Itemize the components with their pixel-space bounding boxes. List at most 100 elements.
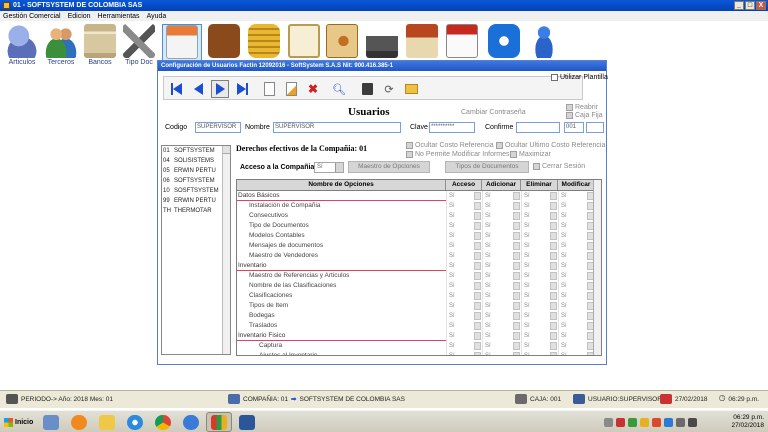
modificar-select[interactable]: Sí xyxy=(558,241,595,251)
table-row[interactable]: Consecutivos Sí Sí Sí Sí xyxy=(237,211,601,221)
save-record-button[interactable] xyxy=(358,80,376,98)
user-list[interactable]: 01 SOFTSYSTEM 04 SOLISISTEMS 05 ERWIN PERTU… xyxy=(161,145,231,355)
adicionar-select[interactable]: Sí xyxy=(482,221,521,231)
col-modificar[interactable]: Modificar xyxy=(558,180,595,190)
tray-volume-icon[interactable] xyxy=(676,417,685,427)
eliminar-select[interactable]: Sí xyxy=(521,291,558,301)
modificar-select[interactable]: Sí xyxy=(558,311,595,321)
acceso-select[interactable]: Sí xyxy=(446,211,482,221)
table-row[interactable]: Captura Sí Sí Sí Sí xyxy=(237,341,601,351)
list-item[interactable]: 10 SOSFTSYSTEM xyxy=(162,186,230,196)
maestro-opciones-button[interactable]: Maestro de Opciones xyxy=(348,161,430,173)
table-row[interactable]: Bodegas Sí Sí Sí Sí xyxy=(237,311,601,321)
eliminar-select[interactable]: Sí xyxy=(521,241,558,251)
confirme-field[interactable] xyxy=(516,122,560,133)
acceso-select[interactable]: Sí xyxy=(446,341,482,351)
table-row[interactable]: Maestro de Vendedores Sí Sí Sí Sí xyxy=(237,251,601,261)
tray-network-icon[interactable] xyxy=(628,417,637,427)
table-row[interactable]: Modelos Contables Sí Sí Sí Sí xyxy=(237,231,601,241)
adicionar-select[interactable]: Sí xyxy=(482,331,521,341)
toolbar-articulos-button[interactable]: Articulos xyxy=(2,24,42,68)
tray-sync-icon[interactable] xyxy=(664,417,673,427)
edit-record-button[interactable] xyxy=(282,80,300,98)
eliminar-select[interactable]: Sí xyxy=(521,211,558,221)
table-row[interactable]: Ajustes al Inventario Sí Sí Sí Sí xyxy=(237,351,601,355)
codigo-field[interactable]: SUPERVISOR xyxy=(195,122,241,133)
menu-gestion-comercial[interactable]: Gestión Comercial xyxy=(3,13,61,20)
acceso-select[interactable]: Sí xyxy=(446,191,482,201)
col-nombre-opciones[interactable]: Nombre de Opciones xyxy=(237,180,446,190)
eliminar-select[interactable]: Sí xyxy=(521,271,558,281)
toolbar-tipo-doc-button[interactable]: Tipo Doc xyxy=(119,24,159,68)
modificar-select[interactable]: Sí xyxy=(558,341,595,351)
col-eliminar[interactable]: Eliminar xyxy=(521,180,558,190)
tipos-documentos-button[interactable]: Tipos de Documentos xyxy=(445,161,529,173)
modificar-select[interactable]: Sí xyxy=(558,351,595,355)
modificar-select[interactable]: Sí xyxy=(558,211,595,221)
acceso-select[interactable]: Sí xyxy=(446,291,482,301)
acceso-select[interactable]: Sí xyxy=(446,201,482,211)
ocultar-ultimo-checkbox[interactable]: Ocultar Ultimo Costo Referencia xyxy=(496,142,605,149)
menu-herramientas[interactable]: Herramientas xyxy=(98,13,140,20)
modificar-select[interactable]: Sí xyxy=(558,201,595,211)
acceso-select[interactable]: Sí xyxy=(446,301,482,311)
table-row[interactable]: Tipos de Item Sí Sí Sí Sí xyxy=(237,301,601,311)
last-record-button[interactable] xyxy=(233,80,251,98)
first-record-button[interactable] xyxy=(167,80,185,98)
table-row[interactable]: Maestro de Referencias y Articulos Sí Sí Sí… xyxy=(237,271,601,281)
tray-security-icon[interactable] xyxy=(652,417,661,427)
list-item[interactable]: 99 ERWIN PERTU xyxy=(162,196,230,206)
search-record-button[interactable]: 🔍︎ xyxy=(330,80,348,98)
clave-field[interactable]: ********** xyxy=(429,122,475,133)
modificar-select[interactable]: Sí xyxy=(558,331,595,341)
nombre-field[interactable]: SUPERVISOR xyxy=(273,122,401,133)
acceso-select[interactable]: Sí xyxy=(446,251,482,261)
table-row[interactable]: Inventario Fisico Sí Sí Sí Sí xyxy=(237,331,601,341)
menu-edicion[interactable]: Edicion xyxy=(68,13,91,20)
modificar-select[interactable]: Sí xyxy=(558,251,595,261)
adicionar-select[interactable]: Sí xyxy=(482,231,521,241)
eliminar-select[interactable]: Sí xyxy=(521,251,558,261)
acceso-select[interactable]: Sí xyxy=(314,162,344,173)
start-button[interactable]: Inicio xyxy=(2,414,34,430)
list-item[interactable]: 04 SOLISISTEMS xyxy=(162,156,230,166)
list-item[interactable]: 06 SOFTSYSTEM xyxy=(162,176,230,186)
adicionar-select[interactable]: Sí xyxy=(482,341,521,351)
maximize-button[interactable]: □ xyxy=(745,1,755,10)
menu-ayuda[interactable]: Ayuda xyxy=(147,13,167,20)
eliminar-select[interactable]: Sí xyxy=(521,311,558,321)
eliminar-select[interactable]: Sí xyxy=(521,221,558,231)
eliminar-select[interactable]: Sí xyxy=(521,351,558,355)
maximizar-checkbox[interactable]: Maximizar xyxy=(510,151,551,158)
taskbar-folder-button[interactable] xyxy=(94,412,120,432)
modificar-select[interactable]: Sí xyxy=(558,281,595,291)
table-row[interactable]: Datos Básicos Sí Sí Sí Sí xyxy=(237,191,601,201)
refresh-button[interactable]: ⟳ xyxy=(380,80,398,98)
adicionar-select[interactable]: Sí xyxy=(482,241,521,251)
modificar-select[interactable]: Sí xyxy=(558,321,595,331)
adicionar-select[interactable]: Sí xyxy=(482,201,521,211)
table-row[interactable]: Nombre de las Clasificaciones Sí Sí Sí Sí xyxy=(237,281,601,291)
modificar-select[interactable]: Sí xyxy=(558,261,595,271)
acceso-select[interactable]: Sí xyxy=(446,331,482,341)
acceso-select[interactable]: Sí xyxy=(446,231,482,241)
taskbar-ie-button[interactable] xyxy=(122,412,148,432)
adicionar-select[interactable]: Sí xyxy=(482,291,521,301)
cerrar-sesion-checkbox[interactable]: Cerrar Sesión xyxy=(533,163,585,170)
adicionar-select[interactable]: Sí xyxy=(482,271,521,281)
adicionar-select[interactable]: Sí xyxy=(482,311,521,321)
taskbar-excel-button[interactable] xyxy=(206,412,232,432)
eliminar-select[interactable]: Sí xyxy=(521,331,558,341)
taskbar-clock[interactable]: 06:29 p.m. 27/02/2018 xyxy=(731,414,764,430)
ocultar-costo-checkbox[interactable]: Ocultar Costo Referencia xyxy=(406,142,494,149)
close-button[interactable]: X xyxy=(756,1,766,10)
acceso-select[interactable]: Sí xyxy=(446,221,482,231)
taskbar-word-button[interactable] xyxy=(234,412,260,432)
eliminar-select[interactable]: Sí xyxy=(521,231,558,241)
new-record-button[interactable] xyxy=(260,80,278,98)
taskbar-media-player-button[interactable] xyxy=(66,412,92,432)
tray-signal-icon[interactable] xyxy=(688,417,697,427)
prev-record-button[interactable] xyxy=(189,80,207,98)
adicionar-select[interactable]: Sí xyxy=(482,351,521,355)
adicionar-select[interactable]: Sí xyxy=(482,321,521,331)
